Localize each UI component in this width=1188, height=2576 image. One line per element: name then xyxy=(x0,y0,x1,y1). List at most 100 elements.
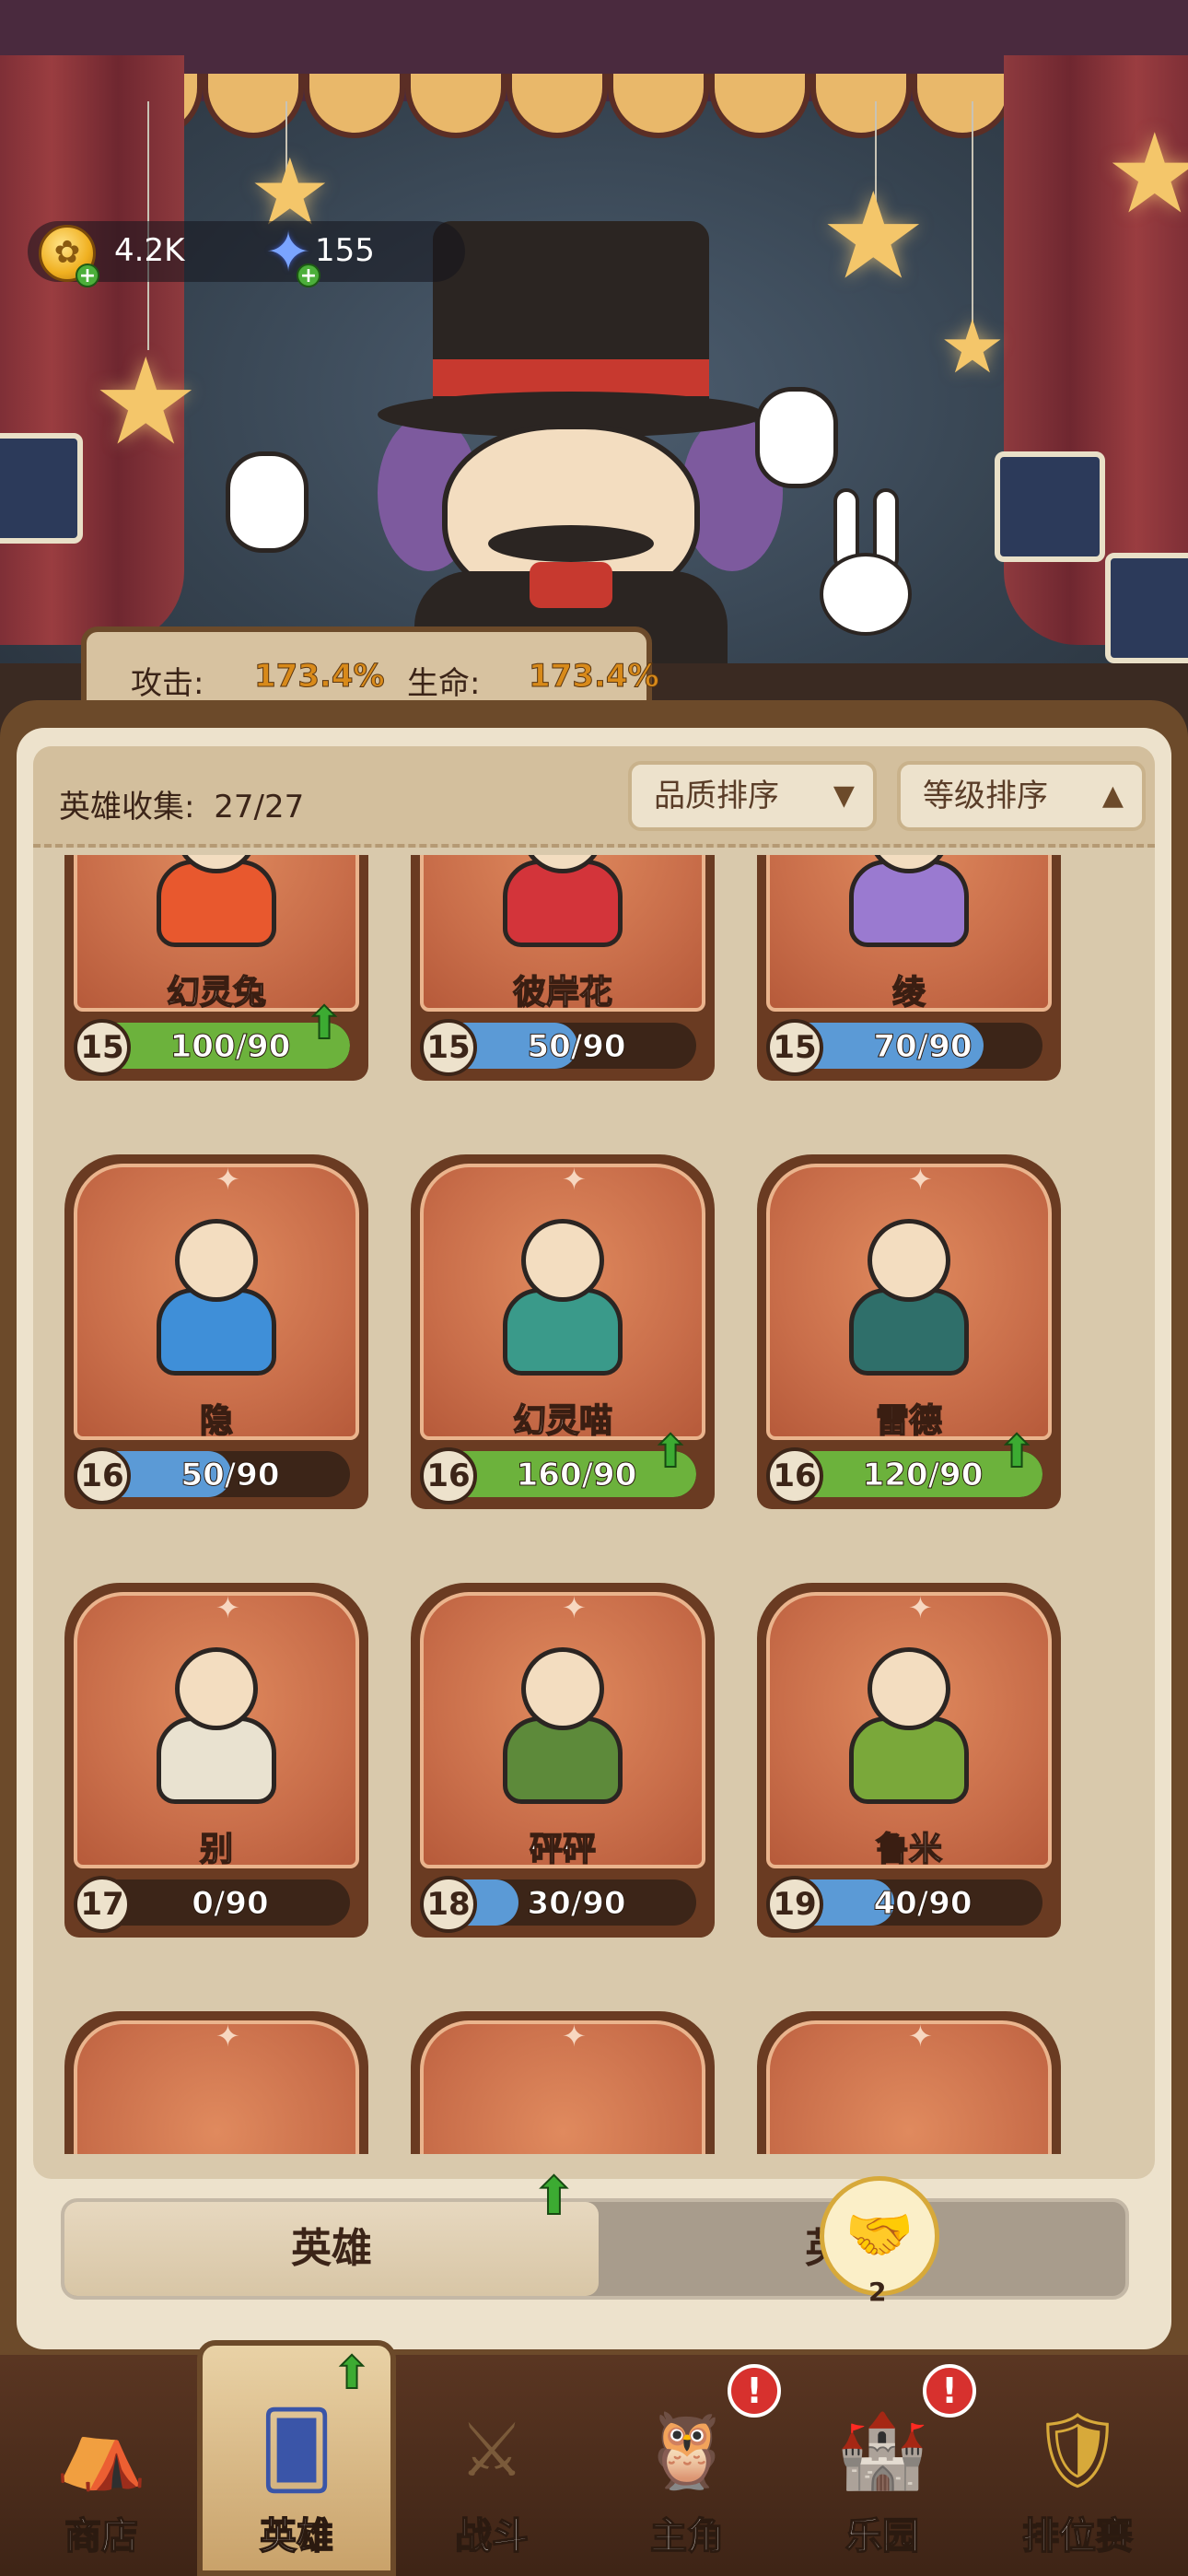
nav-label: 商店 xyxy=(64,2514,139,2558)
hero-portrait xyxy=(134,1200,299,1385)
level-sort-label: 等级排序 xyxy=(923,778,1048,814)
hero-level-badge: 16 xyxy=(74,1447,131,1505)
nav-label: 乐园 xyxy=(844,2514,920,2558)
add-coins-icon[interactable]: + xyxy=(76,263,99,287)
hero-portrait xyxy=(826,1629,992,1813)
valance-scallop xyxy=(507,74,608,138)
hero-name: 鲁米 xyxy=(875,1830,943,1869)
nav-item-2[interactable]: ⚔ 战斗 xyxy=(400,2377,584,2576)
nav-item-5[interactable]: 🛡 排位赛 xyxy=(985,2377,1170,2576)
nav-label: 英雄 xyxy=(259,2514,334,2558)
handshake-count: 2 xyxy=(868,2277,887,2307)
hero-level-badge: 19 xyxy=(766,1876,823,1933)
alert-badge-icon: ! xyxy=(923,2364,976,2418)
life-label: 生命: xyxy=(407,665,481,702)
gem-ornament-icon: ✦ xyxy=(215,1590,240,1625)
attack-label: 攻击: xyxy=(131,665,204,702)
hero-cards-icon: 🂠 xyxy=(259,2407,334,2493)
hero-card[interactable]: ✦ 别 0/90 17 xyxy=(64,1583,368,1938)
glove-right xyxy=(755,387,838,488)
star-icon: ★ xyxy=(939,304,1006,390)
hero-name: 别 xyxy=(199,1830,234,1869)
card-box-decor xyxy=(1105,553,1188,663)
hero-card[interactable]: ✦绫70/9015 xyxy=(757,855,1061,1081)
valance-scallop xyxy=(203,74,304,138)
star-icon: ★ xyxy=(820,166,927,306)
tab-heroes[interactable]: 英雄 xyxy=(64,2202,599,2296)
hero-card[interactable]: ✦ 雷德 120/90 16 ⬆ xyxy=(757,1154,1061,1509)
tab-bar: 英雄 英雄签 xyxy=(61,2198,1129,2300)
star-icon: ★ xyxy=(92,332,200,472)
hero-card[interactable]: ✦ xyxy=(411,2011,715,2154)
valance-scallop xyxy=(912,74,1013,138)
valance-scallop xyxy=(810,74,912,138)
handshake-icon[interactable]: 🤝 2 xyxy=(820,2176,939,2307)
hero-card[interactable]: ✦ xyxy=(64,2011,368,2154)
star-icon: ★ xyxy=(1105,111,1188,239)
nav-label: 排位赛 xyxy=(1021,2514,1134,2558)
resource-bar: ✿ + 4.2K ✦ + 155 xyxy=(28,221,465,287)
hero-card[interactable]: ✦ 鲁米 40/90 19 xyxy=(757,1583,1061,1938)
nav-label: 战斗 xyxy=(454,2514,530,2558)
gem-ornament-icon: ✦ xyxy=(562,1590,587,1625)
battle-swords-icon: ⚔ xyxy=(459,2407,525,2493)
valance-scallop xyxy=(304,74,405,138)
stage-backdrop: ★ ★ ★ ★ ★ xyxy=(0,0,1188,663)
attack-value: 173.4% xyxy=(254,658,386,696)
alert-badge-icon: ! xyxy=(728,2364,781,2418)
upgrade-arrow-icon: ⬆ xyxy=(651,1425,690,1479)
gem-amount: 155 xyxy=(315,232,375,269)
gem-ornament-icon: ✦ xyxy=(908,1590,933,1625)
hero-card[interactable]: ✦ xyxy=(757,2011,1061,2154)
owl-protagonist-icon: 🦉 xyxy=(641,2407,733,2493)
magician-character xyxy=(332,221,829,663)
hero-portrait xyxy=(480,1629,646,1813)
hero-name: 砰砰 xyxy=(529,1830,597,1869)
valance-scallop xyxy=(405,74,507,138)
hero-level-badge: 15 xyxy=(766,1019,823,1076)
hero-card[interactable]: ✦幻灵兔100/9015⬆ xyxy=(64,855,368,1081)
hero-name: 绫 xyxy=(891,973,926,1013)
level-sort-button[interactable]: 等级排序 ▲ xyxy=(897,761,1146,831)
hero-portrait xyxy=(826,1200,992,1385)
life-value: 173.4% xyxy=(529,658,660,696)
card-background: ✦ xyxy=(74,2019,359,2154)
valance-scallop xyxy=(709,74,810,138)
hero-level-badge: 15 xyxy=(74,1019,131,1076)
upgrade-arrow-icon: ⬆ xyxy=(305,997,344,1050)
glove-left xyxy=(226,451,309,553)
chevron-down-icon: ▼ xyxy=(833,779,855,812)
hero-portrait xyxy=(480,1200,646,1385)
hero-level-badge: 18 xyxy=(420,1876,477,1933)
hero-card[interactable]: ✦ 幻灵喵 160/90 16 ⬆ xyxy=(411,1154,715,1509)
nav-label: 主角 xyxy=(649,2514,725,2558)
quality-sort-label: 品质排序 xyxy=(654,778,779,814)
hero-portrait xyxy=(134,855,299,956)
gem-ornament-icon: ✦ xyxy=(908,2019,933,2054)
hero-grid[interactable]: ✦幻灵兔100/9015⬆✦彼岸花50/9015✦绫70/9015✦隐50/90… xyxy=(33,855,1155,2154)
gem-ornament-icon: ✦ xyxy=(215,1162,240,1197)
hero-level-badge: 17 xyxy=(74,1876,131,1933)
hero-card[interactable]: ✦ 隐 50/90 16 xyxy=(64,1154,368,1509)
hero-level-badge: 16 xyxy=(420,1447,477,1505)
rank-badge-icon: 🛡 xyxy=(1031,2407,1124,2493)
upgrade-arrow-icon: ⬆ xyxy=(332,2347,371,2400)
nav-item-0[interactable]: ⛺ 商店 xyxy=(9,2377,193,2576)
gem-ornament-icon: ✦ xyxy=(215,2019,240,2054)
hero-card[interactable]: ✦彼岸花50/9015 xyxy=(411,855,715,1081)
upgrade-arrow-icon: ⬆ xyxy=(531,2166,577,2228)
hero-name: 隐 xyxy=(199,1401,234,1441)
castle-park-icon: 🏰 xyxy=(836,2407,928,2493)
gem-ornament-icon: ✦ xyxy=(562,1162,587,1197)
hero-portrait xyxy=(826,855,992,956)
hero-card[interactable]: ✦ 砰砰 30/90 18 xyxy=(411,1583,715,1938)
quality-sort-button[interactable]: 品质排序 ▼ xyxy=(628,761,877,831)
hero-name: 彼岸花 xyxy=(512,973,613,1013)
card-background: ✦ xyxy=(766,2019,1052,2154)
collection-count: 英雄收集: 27/27 xyxy=(59,781,304,826)
nav-item-1[interactable]: 🂠 英雄 xyxy=(204,2377,389,2576)
card-box-decor xyxy=(0,433,83,544)
gem-ornament-icon: ✦ xyxy=(908,1162,933,1197)
coin-amount: 4.2K xyxy=(114,232,185,269)
hero-level-badge: 16 xyxy=(766,1447,823,1505)
